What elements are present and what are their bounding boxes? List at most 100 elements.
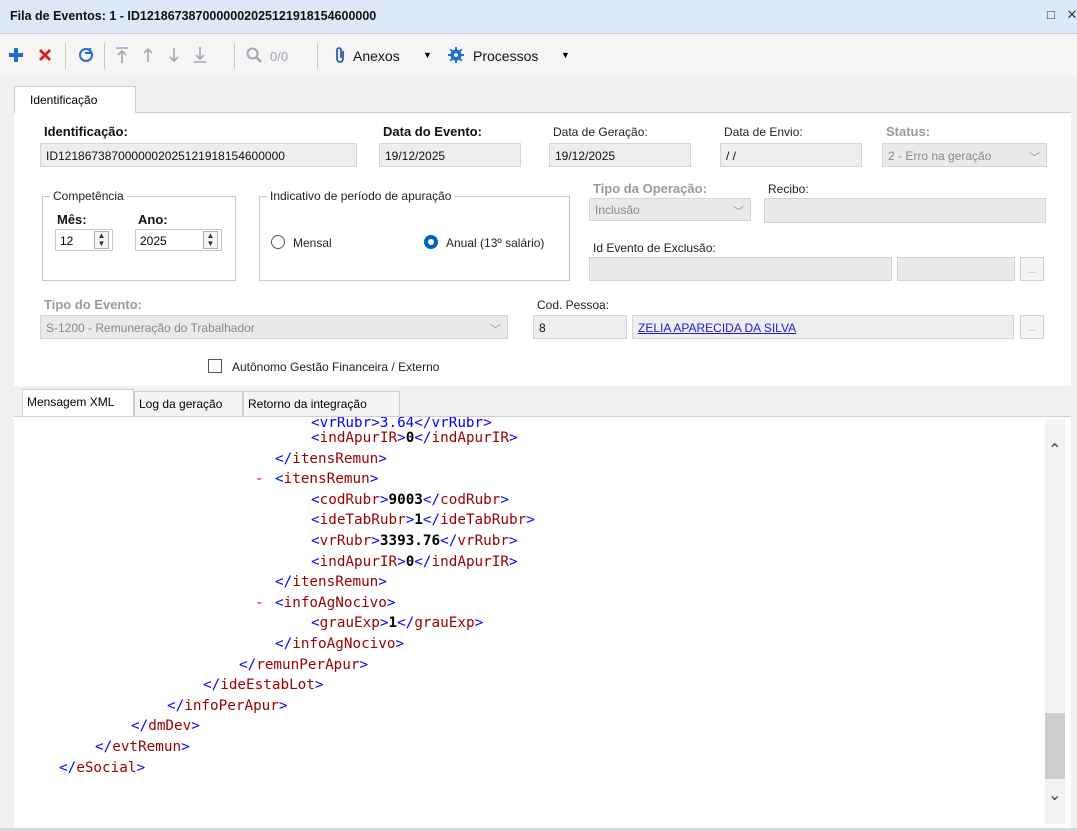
xml-viewer[interactable]: <vrRubr>3.64</vrRubr> <indApurIR>0</indAp… xyxy=(14,416,1071,828)
ano-label: Ano: xyxy=(138,212,168,227)
chevron-down-icon[interactable]: ▼ xyxy=(423,50,432,60)
toolbar-separator xyxy=(317,43,318,69)
refresh-icon[interactable] xyxy=(74,43,98,67)
tipo-evento-select[interactable]: S-1200 - Remuneração do Trabalhador ﹀ xyxy=(40,315,508,339)
tipo-operacao-select[interactable]: Inclusão ﹀ xyxy=(589,198,751,221)
move-top-icon[interactable] xyxy=(110,43,134,67)
gear-icon xyxy=(444,43,468,67)
id-exclusao-field[interactable] xyxy=(589,257,892,281)
identificacao-label: Identificação: xyxy=(44,124,128,139)
xml-bracket: > xyxy=(369,471,379,488)
xml-collapse-toggle[interactable]: - xyxy=(255,594,264,612)
id-exclusao-label: Id Evento de Exclusão: xyxy=(593,241,716,255)
xml-line: </eSocial> xyxy=(59,759,145,777)
xml-tag-name: grauExp xyxy=(319,615,380,632)
mensal-label: Mensal xyxy=(293,236,332,250)
xml-bracket: > xyxy=(405,512,415,529)
tipo-evento-value: S-1200 - Remuneração do Trabalhador xyxy=(46,321,255,335)
xml-tag-name: infoPerApur xyxy=(184,697,279,714)
scroll-down-icon[interactable]: ⌄ xyxy=(1048,785,1061,805)
anual-radio[interactable] xyxy=(424,235,438,249)
xml-line: </evtRemun> xyxy=(95,738,190,756)
move-bottom-icon[interactable] xyxy=(188,43,212,67)
chevron-down-icon[interactable]: ▼ xyxy=(561,50,570,60)
xml-line: </remunPerApur> xyxy=(239,656,368,674)
anexos-menu[interactable]: Anexos xyxy=(353,48,400,64)
toolbar: 0/0 Anexos ▼ Processos ▼ xyxy=(0,35,1077,77)
xml-bracket: < xyxy=(275,594,284,611)
data-evento-label: Data do Evento: xyxy=(383,124,482,139)
xml-tag-name: itensRemun xyxy=(283,471,370,488)
xml-line: - <infoAgNocivo> xyxy=(255,594,396,612)
xml-line: <grauExp>1</grauExp> xyxy=(311,614,483,632)
xml-tag-name: vrRubr xyxy=(319,533,372,549)
xml-tag-name: codRubr xyxy=(440,491,501,508)
cod-pessoa-field[interactable]: 8 xyxy=(533,315,627,339)
tab-retorno-integracao[interactable]: Retorno da integração xyxy=(243,391,400,416)
xml-bracket: > xyxy=(508,430,518,446)
plus-icon[interactable] xyxy=(4,43,28,67)
delete-icon[interactable] xyxy=(33,43,57,67)
toolbar-separator xyxy=(65,43,66,69)
xml-value: 9003 xyxy=(388,491,423,508)
xml-tag-name: indApurIR xyxy=(319,553,398,570)
autonomo-label: Autônomo Gestão Financeira / Externo xyxy=(232,360,440,374)
chevron-down-icon: ﹀ xyxy=(733,206,744,218)
xml-bracket: </ xyxy=(203,677,221,694)
scroll-up-icon[interactable]: ⌃ xyxy=(1048,440,1061,460)
recibo-field[interactable] xyxy=(764,198,1046,223)
id-exclusao-lookup-button[interactable]: ... xyxy=(1020,257,1044,281)
xml-tag-name: remunPerApur xyxy=(256,656,360,673)
xml-tag-name: ideEstabLot xyxy=(220,677,315,694)
spin-arrows-icon[interactable]: ▲ ▼ xyxy=(94,231,109,249)
spin-arrows-icon[interactable]: ▲ ▼ xyxy=(203,231,218,249)
tab-mensagem-xml[interactable]: Mensagem XML xyxy=(22,389,134,417)
pessoa-nome-field[interactable]: ZELIA APARECIDA DA SILVA xyxy=(632,315,1014,339)
anual-label: Anual (13º salário) xyxy=(446,236,545,250)
ano-spinner[interactable]: 2025 ▲ ▼ xyxy=(135,229,222,251)
xml-bracket: </ xyxy=(95,739,113,755)
ano-value: 2025 xyxy=(140,234,167,248)
mes-label: Mês: xyxy=(57,212,87,227)
data-envio-field[interactable]: / / xyxy=(720,143,862,167)
restore-button[interactable]: □ xyxy=(1043,7,1059,22)
xml-bracket: > xyxy=(181,739,190,755)
xml-bracket: </ xyxy=(239,656,257,673)
xml-line: <ideTabRubr>1</ideTabRubr> xyxy=(311,511,535,529)
identificacao-field[interactable]: ID1218673870000002025121918154600000 xyxy=(40,143,357,167)
pessoa-lookup-button[interactable]: ... xyxy=(1020,315,1044,339)
window-title: Fila de Eventos: 1 - ID12186738700000020… xyxy=(10,9,377,23)
data-geracao-field[interactable]: 19/12/2025 xyxy=(549,143,691,167)
move-up-icon[interactable] xyxy=(136,43,160,67)
xml-line: </infoPerApur> xyxy=(167,697,288,715)
pessoa-nome-link[interactable]: ZELIA APARECIDA DA SILVA xyxy=(638,321,796,335)
xml-tag-name: indApurIR xyxy=(319,430,398,446)
xml-bracket: < xyxy=(311,512,320,529)
xml-value: 0 xyxy=(405,553,415,570)
xml-line: <indApurIR>0</indApurIR> xyxy=(311,429,518,447)
search-icon[interactable] xyxy=(242,43,266,67)
tab-log-geracao[interactable]: Log da geração xyxy=(134,391,243,416)
xml-tag-name: indApurIR xyxy=(431,430,509,446)
status-select[interactable]: 2 - Erro na geração ﹀ xyxy=(882,143,1047,167)
xml-bracket: < xyxy=(311,491,320,508)
move-down-icon[interactable] xyxy=(162,43,186,67)
xml-bracket: < xyxy=(311,430,320,446)
xml-bracket: </ xyxy=(397,615,415,632)
autonomo-checkbox[interactable] xyxy=(208,359,222,373)
tab-identificacao[interactable]: Identificação xyxy=(14,86,136,113)
processos-menu[interactable]: Processos xyxy=(473,48,538,64)
close-window-button[interactable]: ✕ xyxy=(1064,7,1077,23)
scrollbar-thumb[interactable] xyxy=(1045,713,1065,779)
xml-tag-name: infoAgNocivo xyxy=(283,594,387,611)
mensal-radio[interactable] xyxy=(271,235,285,249)
xml-collapse-toggle[interactable]: - xyxy=(255,470,264,488)
xml-bracket: > xyxy=(526,512,535,529)
tipo-evento-label: Tipo do Evento: xyxy=(44,297,142,312)
chevron-down-icon: ﹀ xyxy=(490,324,501,336)
xml-bracket: > xyxy=(378,574,387,591)
recibo-label: Recibo: xyxy=(768,182,809,196)
id-exclusao-extra-field[interactable] xyxy=(897,257,1015,281)
data-evento-field[interactable]: 19/12/2025 xyxy=(379,143,521,167)
mes-spinner[interactable]: 12 ▲ ▼ xyxy=(55,229,113,251)
